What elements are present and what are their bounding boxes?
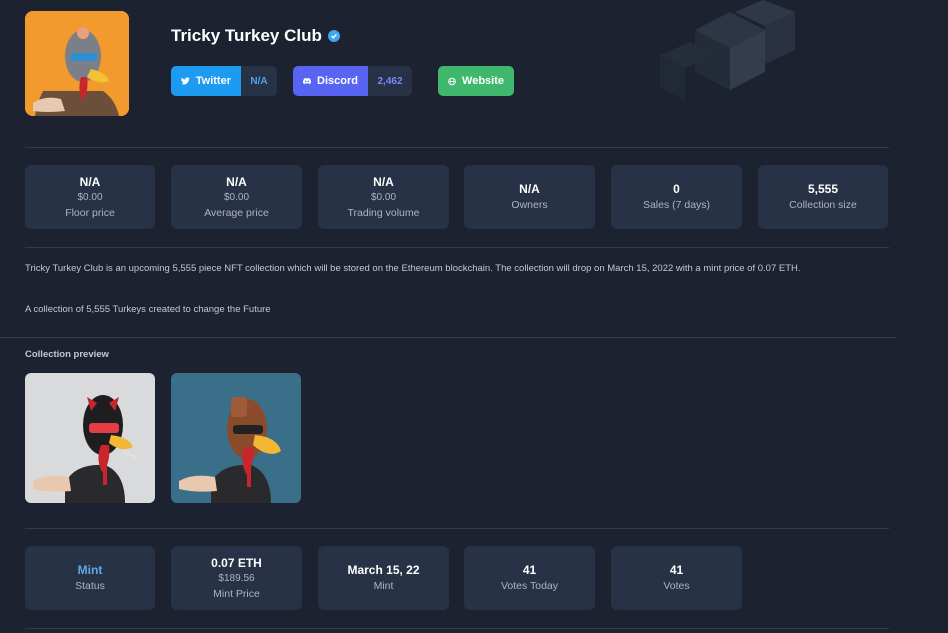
stat-value: N/A: [226, 174, 247, 189]
stat-label: Average price: [204, 206, 269, 219]
stat-label: Floor price: [65, 206, 115, 219]
mint-status-value: Mint: [77, 563, 103, 577]
twitter-label-wrap: Twitter: [171, 66, 241, 96]
stat-value: N/A: [373, 174, 394, 189]
mint-date-value: March 15, 22: [347, 563, 420, 577]
stat-usd: $0.00: [77, 191, 103, 203]
twitter-count: N/A: [241, 66, 277, 96]
mint-price-card: 0.07 ETH $189.56 Mint Price: [171, 546, 302, 610]
votes-today-value: 41: [522, 563, 537, 577]
stat-trading-volume: N/A $0.00 Trading volume: [318, 165, 449, 229]
discord-label-wrap: Discord: [293, 66, 368, 96]
divider: [25, 247, 889, 248]
divider: [0, 337, 897, 338]
stat-sales-7-days: 0 Sales (7 days): [611, 165, 742, 229]
stat-collection-size: 5,555 Collection size: [758, 165, 888, 229]
mint-price-value: 0.07 ETH: [211, 555, 262, 570]
collection-avatar: [25, 11, 129, 116]
decorative-cubes-graphic: [660, 0, 795, 100]
preview-image-brown-turkey[interactable]: [171, 373, 301, 503]
stat-value: N/A: [519, 182, 540, 196]
collection-title-row: Tricky Turkey Club: [171, 26, 340, 46]
discord-button[interactable]: Discord 2,462: [293, 66, 412, 96]
divider: [25, 147, 889, 148]
stat-usd: $0.00: [370, 191, 397, 203]
twitter-button[interactable]: Twitter N/A: [171, 66, 277, 96]
collection-preview-heading: Collection preview: [25, 349, 109, 360]
votes-card: 41 Votes: [611, 546, 742, 610]
website-button[interactable]: Website: [438, 66, 514, 96]
stat-value: 5,555: [807, 182, 839, 196]
votes-today-label: Votes Today: [500, 580, 559, 592]
stat-average-price: N/A $0.00 Average price: [171, 165, 302, 229]
discord-label: Discord: [317, 75, 358, 87]
collection-title: Tricky Turkey Club: [171, 26, 322, 45]
website-label-wrap: Website: [438, 66, 514, 96]
website-label: Website: [462, 75, 504, 87]
mint-price-label: Mint Price: [213, 587, 260, 600]
divider: [25, 528, 889, 529]
globe-icon: [448, 77, 456, 85]
mint-date-card: March 15, 22 Mint: [318, 546, 449, 610]
divider: [25, 628, 889, 629]
stat-label: Trading volume: [347, 206, 420, 219]
stat-owners: N/A Owners: [464, 165, 595, 229]
mint-status-label: Status: [75, 580, 105, 592]
votes-today-card: 41 Votes Today: [464, 546, 595, 610]
stat-label: Owners: [511, 199, 548, 211]
discord-icon: [303, 77, 312, 85]
stat-label: Collection size: [789, 199, 857, 211]
stat-value: 0: [673, 182, 680, 196]
discord-count: 2,462: [368, 66, 412, 96]
twitter-icon: [181, 77, 190, 85]
stat-usd: $0.00: [223, 191, 250, 203]
collection-tagline: A collection of 5,555 Turkeys created to…: [25, 304, 271, 315]
twitter-label: Twitter: [195, 75, 231, 87]
verified-badge-icon: [327, 30, 340, 42]
mint-date-label: Mint: [373, 580, 394, 592]
stat-value: N/A: [79, 174, 101, 189]
votes-value: 41: [669, 563, 684, 577]
stat-label: Sales (7 days): [642, 199, 711, 211]
mint-status-card: Mint Status: [25, 546, 155, 610]
preview-image-devil-turkey[interactable]: [25, 373, 155, 503]
stat-floor-price: N/A $0.00 Floor price: [25, 165, 155, 229]
collection-description: Tricky Turkey Club is an upcoming 5,555 …: [25, 263, 801, 274]
votes-label: Votes: [663, 580, 690, 592]
mint-price-usd: $189.56: [218, 572, 255, 584]
